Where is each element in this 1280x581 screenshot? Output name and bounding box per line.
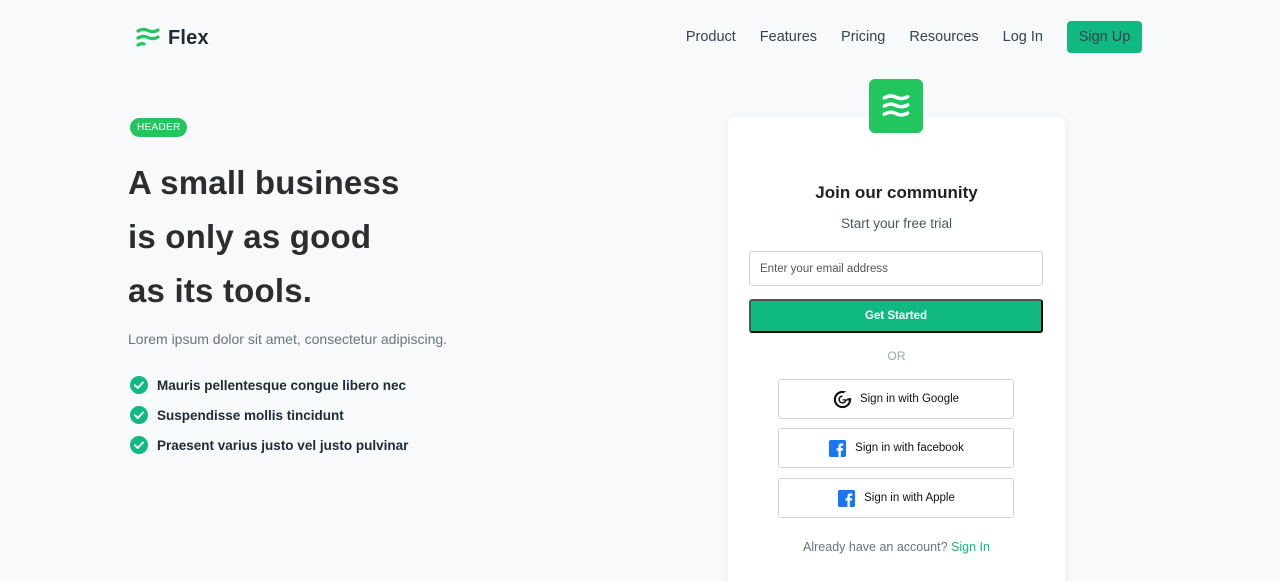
hero-lead: Lorem ipsum dolor sit amet, consectetur …	[128, 331, 448, 347]
flex-logo-icon	[882, 94, 910, 117]
landing-page: Flex Product Features Pricing Resources …	[0, 0, 1280, 581]
facebook-signin-label: Sign in with facebook	[855, 442, 964, 454]
flex-logo-icon	[136, 27, 160, 47]
feature-text: Suspendisse mollis tincidunt	[157, 407, 344, 423]
email-field[interactable]	[749, 251, 1043, 286]
card-title: Join our community	[815, 183, 978, 202]
headline-line-1: A small business	[128, 164, 400, 201]
google-signin-button[interactable]: Sign in with Google	[778, 379, 1014, 419]
feature-text: Mauris pellentesque congue libero nec	[157, 377, 407, 393]
feature-list: Mauris pellentesque congue libero nec Su…	[130, 370, 408, 460]
nav-link-product[interactable]: Product	[686, 21, 736, 53]
facebook-signin-button[interactable]: Sign in with facebook	[778, 428, 1014, 468]
or-divider: OR	[887, 349, 906, 363]
check-circle-icon	[130, 436, 148, 454]
feature-text: Praesent varius justo vel justo pulvinar	[157, 437, 409, 453]
feature-item: Suspendisse mollis tincidunt	[130, 400, 408, 430]
check-circle-icon	[130, 376, 148, 394]
google-icon	[833, 390, 852, 408]
feature-item: Praesent varius justo vel justo pulvinar	[130, 430, 408, 460]
facebook-icon	[829, 439, 847, 457]
card-subtitle: Start your free trial	[840, 216, 953, 231]
hero-headline: A small business is only as good as its …	[128, 156, 588, 318]
facebook-icon	[838, 489, 856, 507]
signup-card: Join our community Start your free trial…	[728, 117, 1065, 581]
brand-name: Flex	[168, 26, 209, 49]
nav-links: Product Features Pricing Resources Log I…	[686, 21, 1142, 53]
nav-link-resources[interactable]: Resources	[909, 21, 978, 53]
google-signin-label: Sign in with Google	[859, 393, 960, 405]
card-logo	[869, 79, 923, 133]
get-started-button[interactable]: Get Started	[749, 299, 1043, 333]
headline-line-3: as its tools.	[128, 272, 313, 309]
check-circle-icon	[130, 406, 148, 424]
apple-signin-button[interactable]: Sign in with Apple	[778, 478, 1014, 518]
nav-link-features[interactable]: Features	[760, 21, 817, 53]
headline-line-2: is only as good	[128, 218, 372, 255]
brand[interactable]: Flex	[136, 26, 209, 50]
top-nav: Flex Product Features Pricing Resources …	[0, 0, 1280, 76]
apple-signin-label: Sign in with Apple	[864, 492, 955, 504]
header-badge: HEADER	[130, 118, 188, 137]
have-account-text: Already have an account?	[803, 540, 948, 554]
feature-item: Mauris pellentesque congue libero nec	[130, 370, 408, 400]
signin-link[interactable]: Sign In	[951, 540, 990, 554]
nav-link-pricing[interactable]: Pricing	[841, 21, 885, 53]
login-link[interactable]: Log In	[1003, 21, 1043, 53]
signup-button[interactable]: Sign Up	[1067, 21, 1142, 53]
signin-prompt: Already have an account? Sign In	[728, 540, 1065, 554]
